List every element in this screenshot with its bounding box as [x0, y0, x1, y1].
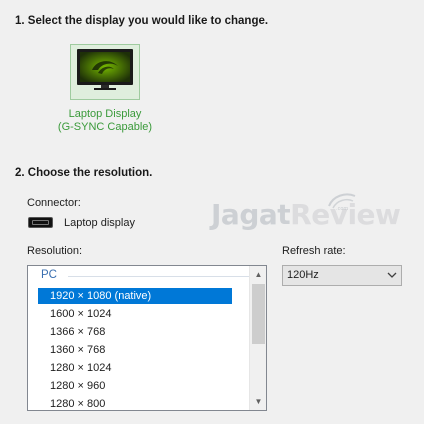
display-capability: (G-SYNC Capable) [57, 121, 153, 133]
list-group-header: PC [41, 269, 57, 281]
display-name: Laptop Display [68, 108, 142, 120]
list-group-divider [68, 276, 264, 277]
display-label: Laptop Display (G-SYNC Capable) [50, 108, 160, 134]
scroll-down-icon[interactable]: ▼ [250, 393, 266, 410]
resolution-item[interactable]: 1920 × 1080 (native) [38, 288, 232, 304]
resolution-listbox[interactable]: PC 1920 × 1080 (native) 1600 × 1024 1366… [27, 265, 267, 411]
watermark: JagatReview [211, 198, 401, 231]
resolution-label: Resolution: [27, 245, 83, 257]
refresh-rate-value: 120Hz [287, 269, 319, 281]
laptop-connector-icon [28, 217, 53, 228]
resolution-item[interactable]: 1280 × 800 [38, 396, 232, 410]
resolution-item[interactable]: 1360 × 768 [38, 342, 232, 358]
display-settings-page: 1. Select the display you would like to … [0, 0, 424, 424]
section-title-select-display: 1. Select the display you would like to … [15, 15, 269, 27]
monitor-icon [77, 49, 133, 90]
connector-label: Connector: [27, 197, 81, 209]
resolution-item[interactable]: 1280 × 960 [38, 378, 232, 394]
resolution-item[interactable]: 1280 × 1024 [38, 360, 232, 376]
connector-value: Laptop display [64, 217, 135, 229]
chevron-down-icon [387, 272, 397, 278]
display-tile-laptop[interactable] [70, 44, 140, 100]
resolution-item[interactable]: 1600 × 1024 [38, 306, 232, 322]
refresh-rate-select[interactable]: 120Hz [282, 265, 402, 286]
scroll-up-icon[interactable]: ▲ [250, 266, 266, 283]
section-title-choose-resolution: 2. Choose the resolution. [15, 167, 153, 179]
watermark-text-a: Jagat [211, 198, 291, 231]
resolution-scrollbar[interactable]: ▲ ▼ [249, 266, 266, 410]
watermark-suffix: .com [336, 206, 348, 212]
resolution-item[interactable]: 1366 × 768 [38, 324, 232, 340]
scroll-thumb[interactable] [252, 284, 265, 344]
refresh-rate-label: Refresh rate: [282, 245, 346, 257]
watermark-logo-icon: .com [328, 193, 356, 212]
